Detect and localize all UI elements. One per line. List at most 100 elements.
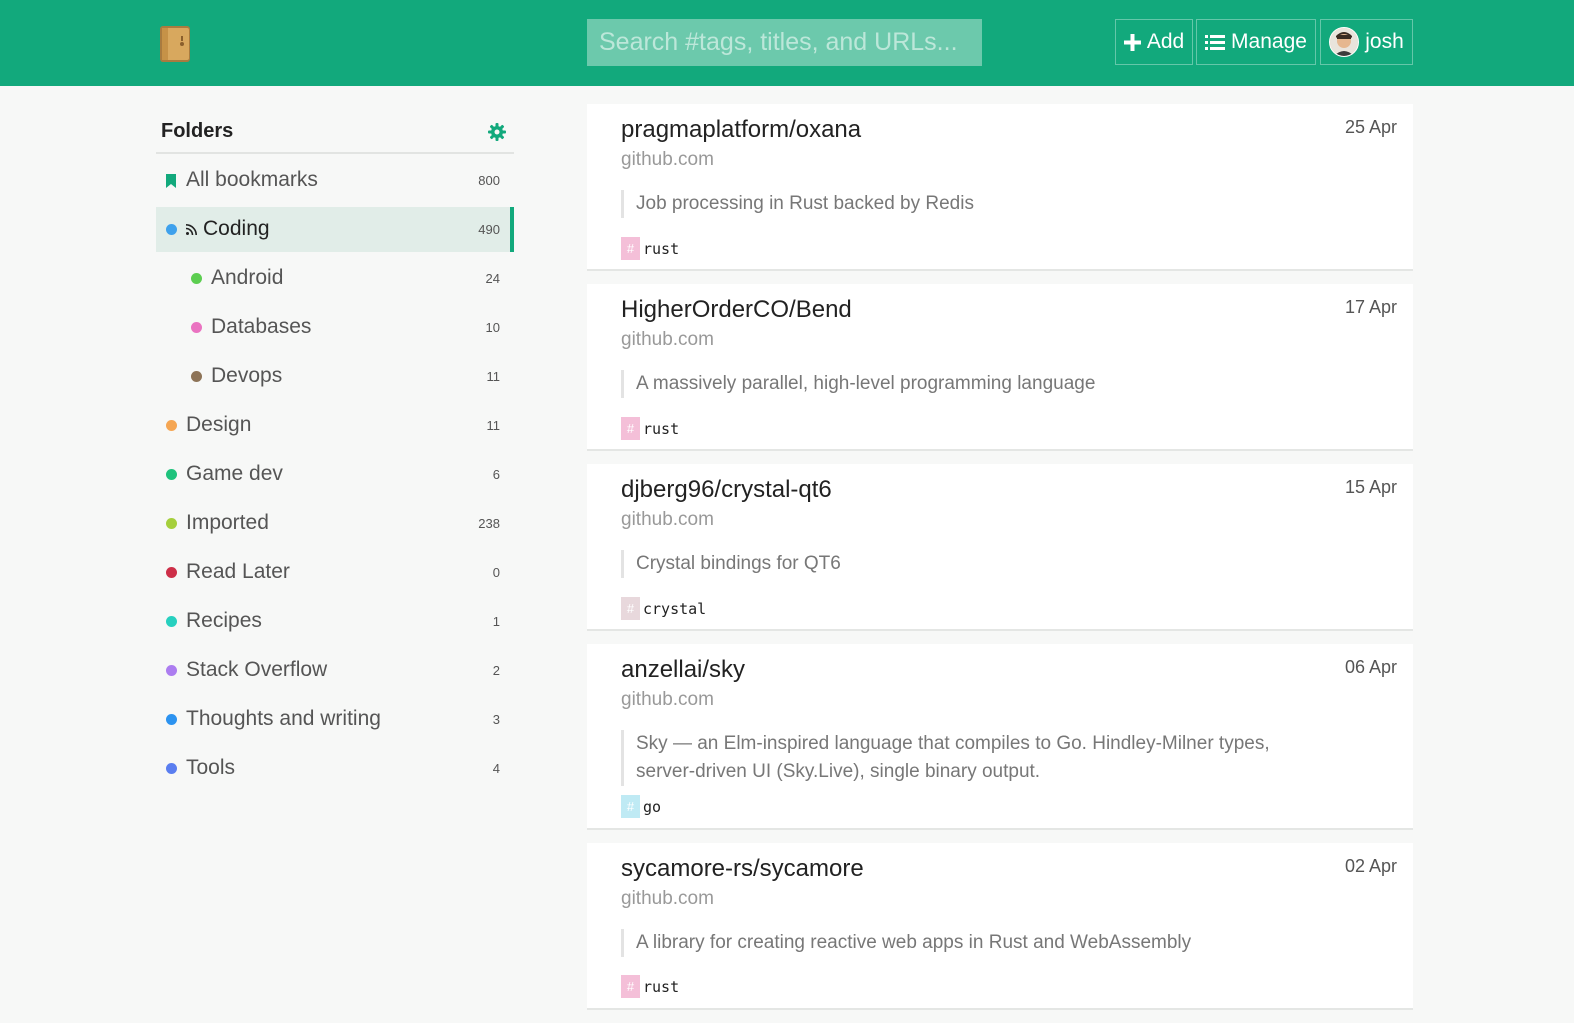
sidebar-item-label: Imported [186, 511, 269, 534]
folder-color-dot [191, 273, 202, 284]
tag-label: go [643, 797, 662, 816]
bookmark-tag[interactable]: # rust [621, 975, 679, 998]
avatar [1329, 27, 1360, 57]
sidebar-item-count: 11 [486, 369, 501, 384]
sidebar-item-count: 4 [492, 761, 500, 776]
user-name: josh [1365, 30, 1404, 53]
bookmark-domain: github.com [621, 888, 714, 909]
sidebar-item-read-later[interactable]: Read Later 0 [156, 550, 514, 595]
bookmark-date: 25 Apr [1344, 117, 1397, 137]
sidebar-item-devops[interactable]: Devops 11 [156, 354, 514, 399]
sidebar-item-count: 800 [478, 173, 500, 188]
top-bar: Add Manage josh [0, 0, 1574, 86]
sidebar-item-label: Tools [186, 756, 236, 779]
bookmark-card: HigherOrderCO/Bend 17 Apr github.com A m… [587, 284, 1413, 451]
app-logo-icon[interactable] [158, 24, 194, 64]
sidebar-item-coding[interactable]: Coding 490 [156, 207, 514, 252]
sidebar-item-count: 238 [478, 516, 500, 531]
sidebar-item-game-dev[interactable]: Game dev 6 [156, 452, 514, 497]
tag-label: rust [643, 239, 680, 258]
bookmark-domain: github.com [621, 329, 714, 350]
add-button-label: Add [1146, 30, 1185, 53]
rss-icon [186, 224, 197, 235]
sidebar-item-label: Game dev [186, 462, 283, 485]
bookmark-card: djberg96/crystal-qt6 15 Apr github.com C… [587, 464, 1413, 631]
bookmark-tag[interactable]: # go [621, 795, 661, 818]
sidebar-item-count: 6 [492, 467, 500, 482]
bookmark-description: A library for creating reactive web apps… [621, 929, 1313, 957]
bookmark-tag[interactable]: # rust [621, 417, 679, 440]
user-menu-button[interactable]: josh [1320, 19, 1413, 65]
sidebar-item-count: 11 [486, 418, 501, 433]
folder-color-dot [166, 420, 177, 431]
manage-button-label: Manage [1231, 30, 1307, 53]
hash-icon: # [621, 975, 640, 998]
sidebar-item-label: Coding [203, 217, 270, 240]
sidebar-item-thoughts-and-writing[interactable]: Thoughts and writing 3 [156, 697, 514, 742]
sidebar-item-android[interactable]: Android 24 [156, 256, 514, 301]
tag-label: rust [643, 419, 680, 438]
sidebar-item-label: Devops [211, 364, 283, 387]
folders-title: Folders [161, 120, 234, 142]
folder-color-dot [166, 224, 177, 235]
bookmark-description: Sky — an Elm-inspired language that comp… [621, 730, 1313, 786]
search-input[interactable] [587, 19, 982, 66]
bookmark-card: anzellai/sky 06 Apr github.com Sky — an … [587, 644, 1413, 830]
folder-color-dot [191, 322, 202, 333]
sidebar-item-label: Thoughts and writing [186, 707, 381, 730]
bookmark-title-link[interactable]: sycamore-rs/sycamore [621, 855, 864, 883]
sidebar-item-count: 490 [478, 222, 500, 237]
bookmark-title-link[interactable]: djberg96/crystal-qt6 [621, 476, 832, 504]
sidebar-item-imported[interactable]: Imported 238 [156, 501, 514, 546]
sidebar-item-count: 2 [492, 663, 500, 678]
hash-icon: # [621, 795, 640, 818]
bookmark-domain: github.com [621, 149, 714, 170]
folder-color-dot [166, 616, 177, 627]
folder-color-dot [166, 469, 177, 480]
bookmark-card: pragmaplatform/oxana 25 Apr github.com J… [587, 104, 1413, 271]
plus-icon [1123, 33, 1141, 51]
sidebar-item-label: Read Later [186, 560, 290, 583]
sidebar-item-count: 24 [485, 271, 500, 286]
sidebar-item-databases[interactable]: Databases 10 [156, 305, 514, 350]
sidebar-item-count: 10 [485, 320, 500, 335]
hash-icon: # [621, 417, 640, 440]
sidebar-item-label: Databases [211, 315, 312, 338]
sidebar-item-all-bookmarks[interactable]: All bookmarks 800 [156, 158, 514, 203]
bookmark-card: sycamore-rs/sycamore 02 Apr github.com A… [587, 843, 1413, 1010]
folder-color-dot [191, 371, 202, 382]
folders-sidebar: Folders All bookmarks 800 Coding 490 And… [156, 104, 514, 791]
sidebar-item-design[interactable]: Design 11 [156, 403, 514, 448]
bookmark-title-link[interactable]: pragmaplatform/oxana [621, 116, 861, 144]
sidebar-item-recipes[interactable]: Recipes 1 [156, 599, 514, 644]
tag-label: crystal [643, 599, 707, 618]
add-button[interactable]: Add [1115, 19, 1193, 65]
sidebar-item-label: Recipes [186, 609, 262, 632]
sidebar-item-label: Design [186, 413, 252, 436]
bookmark-tag[interactable]: # rust [621, 237, 679, 260]
sidebar-item-tools[interactable]: Tools 4 [156, 746, 514, 791]
folder-color-dot [166, 567, 177, 578]
bookmark-domain: github.com [621, 509, 714, 530]
bookmark-date: 02 Apr [1344, 856, 1397, 876]
sidebar-item-label: Android [211, 266, 284, 289]
sidebar-item-stack-overflow[interactable]: Stack Overflow 2 [156, 648, 514, 693]
sidebar-item-label: All bookmarks [186, 168, 318, 191]
bookmark-description: A massively parallel, high-level program… [621, 370, 1313, 398]
bookmark-icon [166, 174, 176, 188]
bookmark-title-link[interactable]: HigherOrderCO/Bend [621, 296, 852, 324]
list-icon [1205, 34, 1226, 50]
bookmark-date: 15 Apr [1344, 477, 1397, 497]
gear-icon[interactable] [488, 123, 506, 141]
sidebar-item-count: 1 [492, 614, 500, 629]
folder-color-dot [166, 714, 177, 725]
sidebar-item-count: 0 [492, 565, 500, 580]
bookmark-description: Job processing in Rust backed by Redis [621, 190, 1313, 218]
sidebar-item-count: 3 [492, 712, 500, 727]
hash-icon: # [621, 597, 640, 620]
manage-button[interactable]: Manage [1196, 19, 1316, 65]
bookmark-title-link[interactable]: anzellai/sky [621, 656, 745, 684]
bookmark-tag[interactable]: # crystal [621, 597, 706, 620]
tag-label: rust [643, 977, 680, 996]
sidebar-item-label: Stack Overflow [186, 658, 328, 681]
